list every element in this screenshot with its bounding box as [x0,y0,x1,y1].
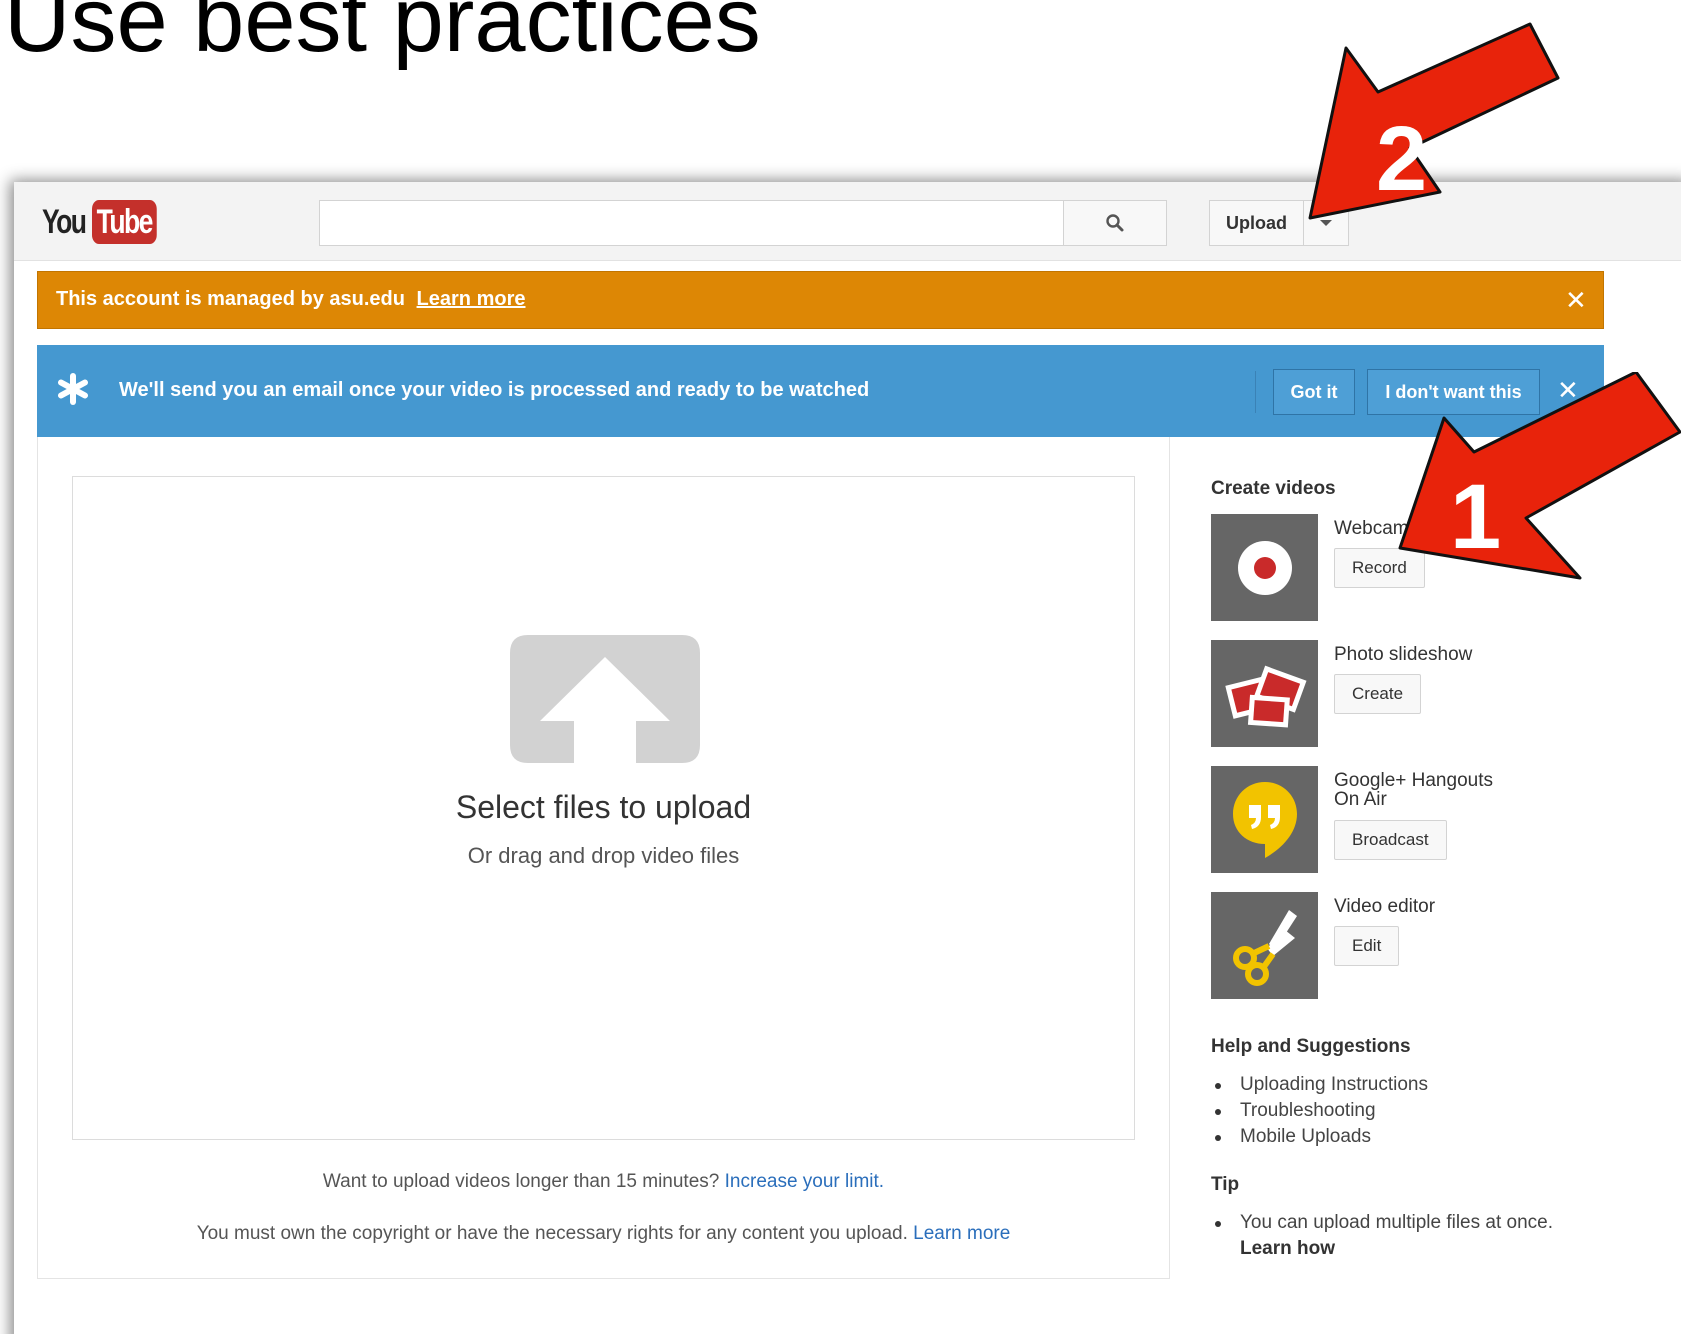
scissors-icon [1232,909,1297,986]
tip-text: You can upload multiple files at once. [1240,1212,1554,1233]
upload-limit-note: Want to upload videos longer than 15 min… [322,1171,885,1192]
search-icon [1106,214,1124,232]
increase-limit-link[interactable]: Increase your limit. [725,1171,884,1192]
video-editor-title: Video editor [1334,896,1436,917]
email-notification-banner: We'll send you an email once your video … [37,345,1604,437]
tip-learn-how-link[interactable]: Learn how [1240,1236,1553,1262]
upload-arrow-icon [510,635,700,763]
hangouts-on-air-item: Google+ Hangouts On Air Broadcast [1211,766,1651,874]
file-drop-zone[interactable]: Select files to upload Or drag and drop … [72,476,1135,1140]
annotation-arrow-2: 2 [1308,22,1560,220]
webcam-thumbnail[interactable] [1211,514,1318,621]
record-icon [1237,540,1292,595]
video-editor-item: Video editor Edit [1211,892,1651,1000]
slide-title: Use best practices [4,0,761,71]
photo-slideshow-item: Photo slideshow Create [1211,640,1651,748]
video-editor-thumbnail[interactable] [1211,892,1318,999]
copyright-learn-more-link[interactable]: Learn more [913,1223,1010,1244]
copyright-note: You must own the copyright or have the n… [196,1223,1011,1244]
search-button[interactable] [1063,200,1167,246]
upload-panel: Select files to upload Or drag and drop … [37,437,1170,1279]
photo-slideshow-thumbnail[interactable] [1211,640,1318,747]
divider [1255,371,1256,413]
arrow-1-label: 1 [1450,466,1501,568]
logo-you-text: You [42,202,87,241]
search-input[interactable] [319,200,1077,246]
upload-button[interactable]: Upload [1209,200,1303,246]
asterisk-icon [58,373,88,405]
help-link-troubleshooting[interactable]: Troubleshooting [1211,1098,1428,1124]
photos-icon [1224,665,1307,727]
tip-heading: Tip [1211,1174,1240,1195]
select-files-title[interactable]: Select files to upload [73,789,1134,826]
help-link-mobile-uploads[interactable]: Mobile Uploads [1211,1124,1428,1150]
photo-slideshow-title: Photo slideshow [1334,644,1473,665]
hangouts-title: Google+ Hangouts On Air [1334,770,1493,810]
logo-tube-text: Tube [91,200,157,244]
create-slideshow-button[interactable]: Create [1334,674,1422,714]
help-links-list: Uploading Instructions Troubleshooting M… [1211,1072,1428,1150]
help-link-uploading-instructions[interactable]: Uploading Instructions [1211,1072,1428,1098]
youtube-upload-window: You Tube Upload This account is managed … [14,182,1681,1334]
slide: Use best practices You Tube Upload This … [0,0,1681,1334]
youtube-logo[interactable]: You Tube [42,200,174,244]
managed-learn-more-link[interactable]: Learn more [417,288,526,310]
tip-item: You can upload multiple files at once. L… [1211,1210,1553,1262]
managed-account-banner: This account is managed by asu.edu Learn… [37,271,1604,329]
managed-account-text: This account is managed by asu.edu [56,288,405,310]
drag-drop-hint: Or drag and drop video files [467,843,740,868]
email-notification-text: We'll send you an email once your video … [119,379,870,401]
hangouts-thumbnail[interactable] [1211,766,1318,873]
edit-button[interactable]: Edit [1334,926,1400,966]
arrow-2-label: 2 [1376,108,1427,210]
annotation-arrow-1: 1 [1398,372,1681,580]
tip-list: You can upload multiple files at once. L… [1211,1210,1553,1262]
broadcast-button[interactable]: Broadcast [1334,820,1447,860]
help-heading: Help and Suggestions [1211,1036,1411,1057]
hangouts-icon [1232,781,1297,858]
close-icon[interactable]: ✕ [1565,287,1587,313]
got-it-button[interactable]: Got it [1273,369,1355,415]
